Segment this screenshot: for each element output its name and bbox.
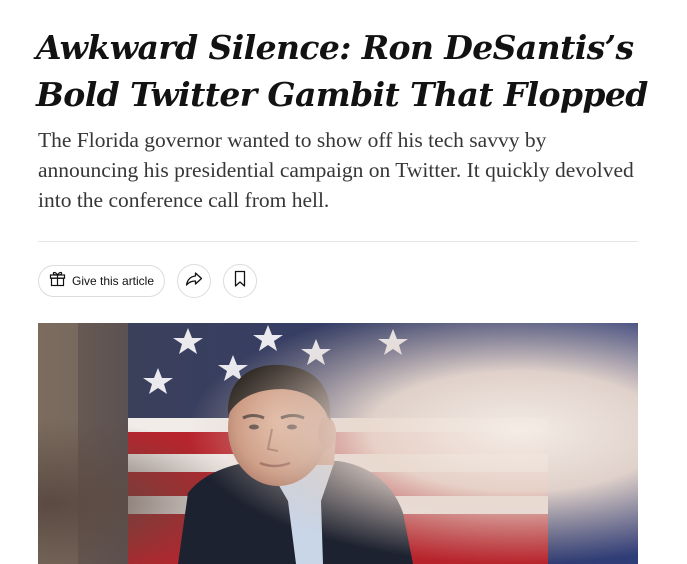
article-summary: The Florida governor wanted to show off … <box>38 128 634 212</box>
gift-icon <box>49 270 66 292</box>
article-page: Awkward Silence: Ron DeSantis’s Bold Twi… <box>0 0 687 564</box>
desantis-photo <box>38 323 638 564</box>
article-photo <box>38 323 638 564</box>
give-article-button[interactable]: Give this article <box>38 265 166 297</box>
give-article-label: Give this article <box>72 274 155 288</box>
article-toolbar: Give this article <box>38 264 258 298</box>
save-button[interactable] <box>223 264 258 298</box>
bookmark-icon <box>233 270 247 293</box>
share-arrow-icon <box>185 271 203 292</box>
divider <box>38 241 638 242</box>
article-headline: Awkward Silence: Ron DeSantis’s Bold Twi… <box>36 28 648 114</box>
share-button[interactable] <box>177 264 212 298</box>
